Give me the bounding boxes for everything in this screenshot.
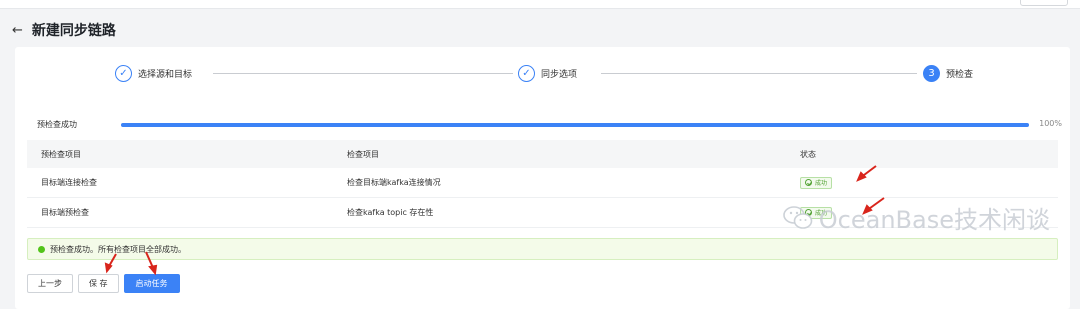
step-label: 预检查 [946, 69, 974, 80]
progress-fill [121, 123, 1029, 127]
watermark-text: OceanBase技术闲谈 [818, 206, 1050, 234]
cell-item: 目标端连接检查 [41, 178, 97, 187]
prev-step-button[interactable]: 上一步 [27, 274, 73, 293]
progress-percent: 100% [1039, 119, 1062, 128]
top-right-button[interactable] [1020, 0, 1068, 6]
status-text: 成功 [815, 180, 828, 187]
status-badge: 成功 [800, 176, 833, 189]
step-connector [601, 73, 917, 74]
precheck-progress: 预检查成功 100% [37, 118, 1062, 132]
column-header: 检查项目 [347, 149, 379, 159]
column-header: 预检查项目 [41, 149, 81, 159]
cell-check: 检查kafka topic 存在性 [347, 208, 434, 217]
step-label: 同步选项 [541, 69, 578, 80]
success-alert: 预检查成功。所有检查项目全部成功。 [27, 238, 1058, 260]
step-number: 3 [923, 64, 940, 82]
table-row: 目标端连接检查 检查目标端kafka连接情况 成功 [27, 168, 1058, 198]
cell-check: 检查目标端kafka连接情况 [347, 178, 441, 187]
success-dot-icon [38, 245, 45, 253]
cell-status: 成功 [800, 176, 1058, 189]
content-card: ✓ 选择源和目标 ✓ 同步选项 3 预检查 预检查成功 100% 预检查项目 检… [15, 47, 1070, 309]
start-task-button[interactable]: 启动任务 [123, 274, 180, 293]
page-title: 新建同步链路 [31, 23, 116, 39]
save-button[interactable]: 保 存 [78, 274, 119, 293]
check-circle-icon [805, 179, 812, 186]
arrow-left-icon[interactable]: ← [12, 23, 23, 38]
step-label: 选择源和目标 [138, 69, 193, 80]
step-connector [213, 73, 513, 74]
step-sync-options[interactable]: ✓ 同步选项 [518, 62, 577, 84]
check-icon: ✓ [518, 64, 535, 82]
stepper: ✓ 选择源和目标 ✓ 同步选项 3 预检查 [115, 62, 995, 84]
column-header: 状态 [800, 149, 816, 159]
table-header: 预检查项目 检查项目 状态 [27, 140, 1058, 168]
progress-label: 预检查成功 [37, 120, 77, 129]
progress-bar [121, 123, 1029, 127]
page-header: ← 新建同步链路 [12, 20, 116, 40]
top-bar [0, 0, 1080, 9]
wechat-icon [782, 205, 813, 229]
check-icon: ✓ [115, 64, 132, 82]
cell-item: 目标端预检查 [41, 208, 89, 217]
action-buttons: 上一步 保 存 启动任务 [27, 274, 180, 293]
step-select-source-target[interactable]: ✓ 选择源和目标 [115, 62, 192, 84]
step-precheck[interactable]: 3 预检查 [923, 62, 973, 84]
watermark: OceanBase技术闲谈 [782, 200, 1050, 235]
alert-text: 预检查成功。所有检查项目全部成功。 [50, 244, 186, 254]
